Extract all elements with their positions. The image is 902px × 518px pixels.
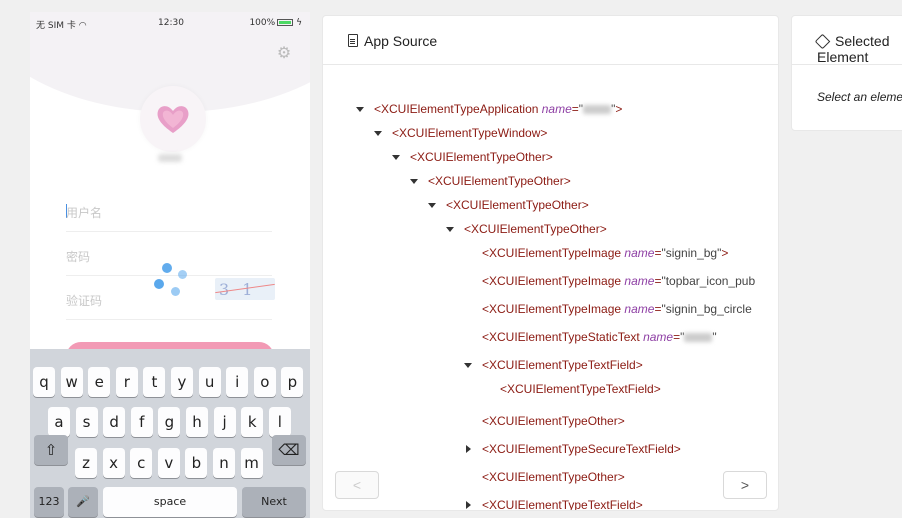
wifi-icon: ◠ [78, 21, 87, 31]
tag-icon [814, 33, 831, 50]
username-field[interactable]: 用户名 [66, 188, 272, 232]
app-source-title: App Source [364, 33, 438, 49]
tree-node[interactable]: <XCUIElementTypeOther> [446, 196, 589, 214]
password-placeholder: 密码 [66, 250, 91, 264]
selected-element-panel: Selected Element Select an element in th… [791, 15, 902, 131]
captcha-image[interactable]: 3 1 9 1 [215, 278, 275, 300]
app-source-header: App Source [323, 16, 778, 65]
app-source-panel: App Source <XCUIElementTypeApplication n… [322, 15, 779, 511]
status-bar: 无 SIM 卡 ◠ 12:30 100% ϟ [30, 12, 310, 34]
ios-keyboard: qwertyuiop asdfghjkl zxcvbnm ⇧ ⌫ 123 🎤 s… [30, 349, 310, 518]
app-logo [140, 86, 206, 152]
charging-icon: ϟ [296, 18, 302, 28]
delete-key[interactable]: ⌫ [272, 435, 306, 465]
tree-node[interactable]: <XCUIElementTypeOther> [482, 412, 625, 430]
key-j[interactable]: j [213, 407, 236, 437]
tree-node[interactable]: <XCUIElementTypeTextField> [500, 380, 661, 398]
app-name-blurred [158, 154, 182, 162]
key-r[interactable]: r [115, 367, 138, 397]
key-c[interactable]: c [130, 448, 153, 478]
key-p[interactable]: p [281, 367, 304, 397]
microphone-icon[interactable]: 🎤 [68, 487, 98, 517]
tree-node[interactable]: <XCUIElementTypeOther> [482, 468, 625, 486]
caret-down-icon[interactable] [428, 203, 436, 208]
battery-icon [277, 19, 294, 26]
status-time: 12:30 [158, 18, 184, 28]
tree-node[interactable]: <XCUIElementTypeImage name="topbar_icon_… [482, 272, 755, 290]
caret-down-icon[interactable] [374, 131, 382, 136]
tree-node[interactable]: <XCUIElementTypeOther> [410, 148, 553, 166]
key-g[interactable]: g [158, 407, 181, 437]
prev-button[interactable]: < [335, 471, 379, 499]
source-tree[interactable]: <XCUIElementTypeApplication name=" "> <XCU… [323, 66, 778, 510]
space-key[interactable]: space [103, 487, 237, 517]
key-o[interactable]: o [253, 367, 276, 397]
key-f[interactable]: f [130, 407, 153, 437]
loading-spinner-icon [152, 262, 188, 302]
key-m[interactable]: m [240, 448, 263, 478]
key-b[interactable]: b [185, 448, 208, 478]
shift-key[interactable]: ⇧ [34, 435, 68, 465]
next-key[interactable]: Next [242, 487, 306, 517]
captcha-placeholder: 验证码 [66, 294, 103, 308]
caret-down-icon[interactable] [356, 107, 364, 112]
tree-node[interactable]: <XCUIElementTypeWindow> [392, 124, 547, 142]
tree-node[interactable]: <XCUIElementTypeTextField> [482, 356, 643, 374]
device-screenshot[interactable]: 无 SIM 卡 ◠ 12:30 100% ϟ ⚙ 用户名 密码 验证码 3 1 … [30, 12, 310, 518]
key-s[interactable]: s [75, 407, 98, 437]
tree-node[interactable]: <XCUIElementTypeSecureTextField> [482, 440, 681, 458]
tree-node[interactable]: <XCUIElementTypeOther> [428, 172, 571, 190]
heart-icon [157, 106, 189, 133]
carrier-label: 无 SIM 卡 ◠ [36, 21, 87, 31]
selected-element-hint: Select an element in the source to begin… [817, 90, 902, 104]
key-a[interactable]: a [48, 407, 70, 437]
selected-element-title: Selected Element [817, 33, 890, 65]
key-d[interactable]: d [103, 407, 126, 437]
tree-node[interactable]: <XCUIElementTypeImage name="signin_bg"> [482, 244, 728, 262]
key-v[interactable]: v [157, 448, 180, 478]
key-x[interactable]: x [102, 448, 125, 478]
caret-right-icon[interactable] [466, 501, 471, 509]
numbers-key[interactable]: 123 [34, 487, 64, 517]
next-button[interactable]: > [723, 471, 767, 499]
tree-node[interactable]: <XCUIElementTypeOther> [464, 220, 607, 238]
selected-element-header: Selected Element [792, 16, 902, 65]
tree-node[interactable]: <XCUIElementTypeStaticText name=" " [482, 328, 717, 346]
key-w[interactable]: w [60, 367, 83, 397]
key-l[interactable]: l [268, 407, 291, 437]
key-u[interactable]: u [198, 367, 221, 397]
tree-node[interactable]: <XCUIElementTypeTextField> [482, 496, 643, 510]
caret-down-icon[interactable] [410, 179, 418, 184]
gear-icon[interactable]: ⚙ [275, 45, 293, 63]
key-h[interactable]: h [186, 407, 208, 437]
battery-indicator: 100% ϟ [249, 18, 302, 28]
caret-right-icon[interactable] [466, 445, 471, 453]
caret-down-icon[interactable] [392, 155, 400, 160]
tree-node[interactable]: <XCUIElementTypeApplication name=" "> [374, 100, 622, 118]
tree-node[interactable]: <XCUIElementTypeImage name="signin_bg_ci… [482, 300, 752, 318]
key-n[interactable]: n [213, 448, 235, 478]
key-i[interactable]: i [226, 367, 249, 397]
key-k[interactable]: k [241, 407, 264, 437]
file-text-icon [348, 34, 358, 47]
key-q[interactable]: q [33, 367, 55, 397]
key-y[interactable]: y [171, 367, 193, 397]
key-z[interactable]: z [75, 448, 97, 478]
key-t[interactable]: t [143, 367, 166, 397]
caret-down-icon[interactable] [464, 363, 472, 368]
key-e[interactable]: e [88, 367, 111, 397]
username-placeholder: 用户名 [66, 206, 103, 220]
caret-down-icon[interactable] [446, 227, 454, 232]
